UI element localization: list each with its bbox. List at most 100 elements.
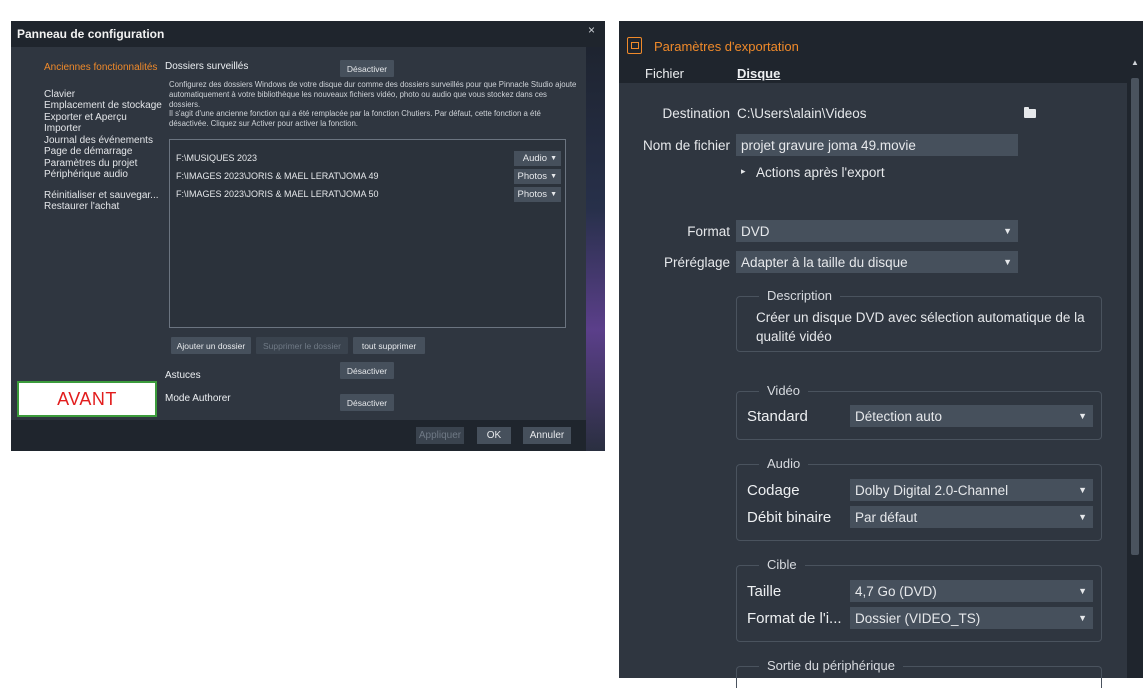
settings-nav: Anciennes fonctionnalités Clavier Emplac… (44, 62, 162, 213)
filename-value: projet gravure joma 49.movie (741, 137, 916, 153)
device-output-legend: Sortie du périphérique (759, 658, 903, 673)
authoring-toggle-button[interactable]: Désactiver (340, 394, 394, 411)
folder-type-value: Photos (517, 171, 548, 182)
preset-value: Adapter à la taille du disque (741, 254, 908, 270)
control-panel-title: Panneau de configuration (17, 27, 165, 41)
ok-button[interactable]: OK (477, 427, 511, 444)
chevron-down-icon: ▼ (1078, 586, 1087, 596)
codec-select[interactable]: Dolby Digital 2.0-Channel ▼ (850, 479, 1093, 501)
watched-folders-description: Configurez des dossiers Windows de votre… (169, 80, 579, 129)
image-format-select[interactable]: Dossier (VIDEO_TS) ▼ (850, 607, 1093, 629)
watched-folders-toggle-button[interactable]: Désactiver (340, 60, 394, 77)
bitrate-select[interactable]: Par défaut ▼ (850, 506, 1093, 528)
bitrate-value: Par défaut (855, 509, 918, 525)
folder-row[interactable]: F:\IMAGES 2023\JORIS & MAEL LERAT\JOMA 5… (176, 187, 561, 202)
folder-list: F:\MUSIQUES 2023 Audio ▼ F:\IMAGES 2023\J… (169, 139, 566, 328)
bitrate-label: Débit binaire (747, 509, 832, 526)
tab-file[interactable]: Fichier (645, 66, 684, 81)
chevron-down-icon: ▼ (550, 155, 557, 162)
nav-item-legacy-features[interactable]: Anciennes fonctionnalités (44, 62, 162, 74)
preset-label: Préréglage (663, 255, 730, 270)
close-icon[interactable]: × (588, 23, 595, 37)
background-strip (586, 47, 605, 451)
nav-item-audio-device[interactable]: Périphérique audio (44, 169, 162, 181)
folder-path: F:\MUSIQUES 2023 (176, 153, 258, 163)
nav-item-storage-location[interactable]: Emplacement de stockage (44, 100, 162, 112)
video-legend: Vidéo (759, 383, 809, 398)
chevron-down-icon: ▼ (1003, 226, 1012, 236)
remove-all-button[interactable]: tout supprimer (353, 337, 425, 354)
authoring-mode-title: Mode Authorer (165, 393, 231, 404)
device-output-group: Sortie du périphérique (736, 658, 1102, 688)
preset-select[interactable]: Adapter à la taille du disque ▼ (736, 251, 1018, 273)
folder-type-dropdown[interactable]: Audio ▼ (514, 151, 561, 166)
nav-item-reset-backup[interactable]: Réinitialiser et sauvegar... (44, 190, 162, 202)
chevron-down-icon: ▼ (1078, 512, 1087, 522)
standard-label: Standard (747, 408, 808, 425)
format-select[interactable]: DVD ▼ (736, 220, 1018, 242)
destination-label: Destination (662, 106, 730, 121)
tips-title: Astuces (165, 370, 201, 381)
description-legend: Description (759, 288, 841, 303)
codec-value: Dolby Digital 2.0-Channel (855, 482, 1009, 498)
nav-item-export-preview[interactable]: Exporter et Aperçu (44, 112, 162, 124)
chevron-down-icon: ▼ (1078, 485, 1087, 495)
audio-group: Audio Codage Dolby Digital 2.0-Channel ▼ … (736, 456, 1102, 541)
description-group: Description Créer un disque DVD avec sél… (736, 288, 1102, 352)
scrollbar-thumb[interactable] (1131, 78, 1139, 555)
avant-overlay-label: AVANT (17, 381, 157, 417)
folder-type-value: Photos (517, 189, 548, 200)
chevron-down-icon: ▼ (550, 173, 557, 180)
size-value: 4,7 Go (DVD) (855, 583, 937, 599)
folder-type-dropdown[interactable]: Photos ▼ (514, 187, 561, 202)
export-settings-window: Paramètres d'exportation Fichier Disque … (619, 21, 1143, 688)
control-panel-window: Panneau de configuration × Anciennes fon… (11, 21, 605, 451)
nav-item-restore-purchase[interactable]: Restaurer l'achat (44, 201, 162, 213)
chevron-down-icon: ▼ (1003, 257, 1012, 267)
image-format-label: Format de l'i... (747, 610, 842, 627)
folder-path: F:\IMAGES 2023\JORIS & MAEL LERAT\JOMA 5… (176, 189, 379, 199)
description-paragraph-2: Il s'agit d'une ancienne fonction qui a … (169, 109, 541, 129)
remove-folder-button[interactable]: Supprimer le dossier (256, 337, 348, 354)
nav-item-project-settings[interactable]: Paramètres du projet (44, 158, 162, 170)
folder-icon[interactable] (1024, 107, 1036, 118)
standard-select[interactable]: Détection auto ▼ (850, 405, 1093, 427)
nav-item-start-page[interactable]: Page de démarrage (44, 146, 162, 158)
export-header: Paramètres d'exportation Fichier Disque (619, 21, 1143, 83)
tab-disc[interactable]: Disque (737, 66, 780, 81)
chevron-down-icon: ▼ (1078, 613, 1087, 623)
audio-legend: Audio (759, 456, 809, 471)
export-title: Paramètres d'exportation (654, 39, 799, 54)
size-label: Taille (747, 583, 782, 600)
size-select[interactable]: 4,7 Go (DVD) ▼ (850, 580, 1093, 602)
filename-input[interactable]: projet gravure joma 49.movie (736, 134, 1018, 156)
cancel-button[interactable]: Annuler (523, 427, 571, 444)
folder-row[interactable]: F:\MUSIQUES 2023 Audio ▼ (176, 151, 561, 166)
apply-button[interactable]: Appliquer (416, 427, 464, 444)
nav-item-keyboard[interactable]: Clavier (44, 89, 162, 101)
format-label: Format (687, 224, 730, 239)
after-export-actions[interactable]: Actions après l'export (756, 165, 885, 180)
export-icon (627, 37, 642, 54)
watched-folders-title: Dossiers surveillés (165, 61, 249, 72)
nav-item-event-log[interactable]: Journal des événements (44, 135, 162, 147)
expand-icon[interactable]: ▸ (741, 166, 746, 177)
chevron-down-icon: ▼ (1078, 411, 1087, 421)
folder-type-value: Audio (522, 153, 548, 164)
control-panel-titlebar: Panneau de configuration × (11, 21, 605, 47)
chevron-down-icon: ▼ (550, 191, 557, 198)
filename-label: Nom de fichier (642, 138, 730, 153)
add-folder-button[interactable]: Ajouter un dossier (171, 337, 251, 354)
standard-value: Détection auto (855, 408, 943, 424)
tips-toggle-button[interactable]: Désactiver (340, 362, 394, 379)
nav-item-import[interactable]: Importer (44, 123, 162, 135)
description-text: Créer un disque DVD avec sélection autom… (756, 310, 1085, 344)
scrollbar[interactable]: ▲ (1127, 56, 1143, 678)
folder-row[interactable]: F:\IMAGES 2023\JORIS & MAEL LERAT\JOMA 4… (176, 169, 561, 184)
video-group: Vidéo Standard Détection auto ▼ (736, 383, 1102, 440)
target-legend: Cible (759, 557, 805, 572)
format-value: DVD (741, 223, 770, 239)
scroll-up-icon[interactable]: ▲ (1131, 58, 1139, 67)
folder-type-dropdown[interactable]: Photos ▼ (514, 169, 561, 184)
destination-value: C:\Users\alain\Videos (737, 106, 867, 121)
